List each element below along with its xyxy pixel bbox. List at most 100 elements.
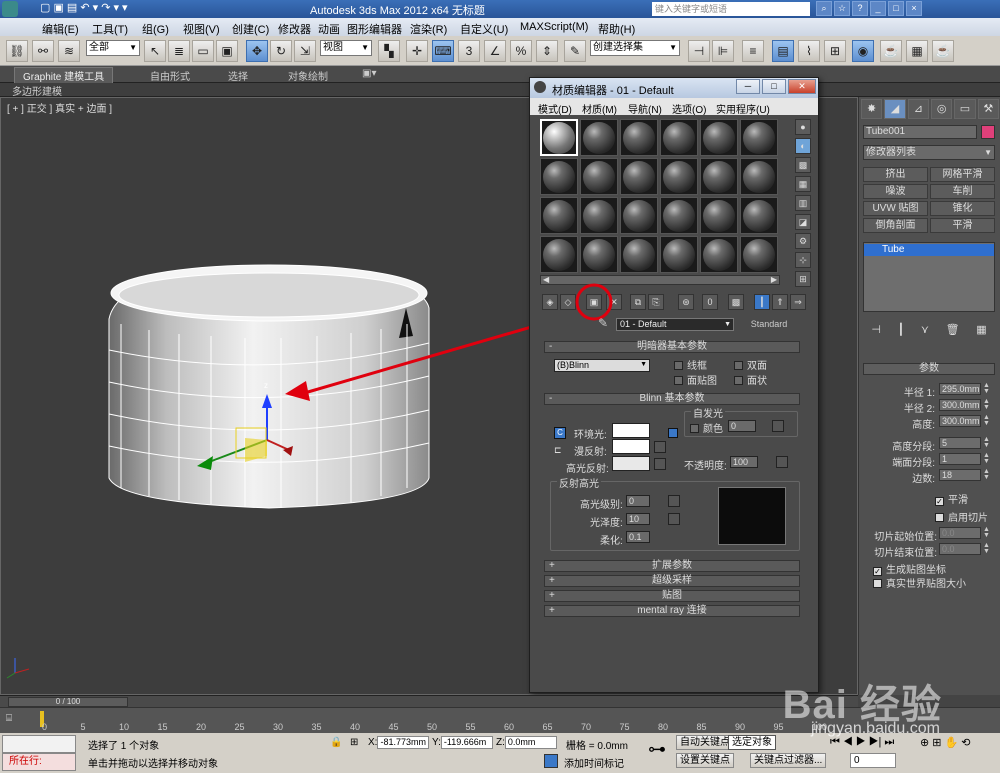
- show-map-icon[interactable]: ▩: [728, 294, 744, 310]
- minimize-icon[interactable]: _: [870, 1, 886, 16]
- sample-slot[interactable]: [580, 158, 618, 195]
- self-illum-map-button[interactable]: [772, 420, 784, 432]
- wire-checkbox[interactable]: 线框: [674, 357, 707, 372]
- angle-snap-icon[interactable]: ∠: [484, 40, 506, 62]
- pin-stack-icon[interactable]: ⊣: [871, 323, 881, 341]
- material-name-field[interactable]: 01 - Default: [616, 318, 734, 331]
- shader-rollout-header[interactable]: - 明暗器基本参数: [544, 341, 800, 353]
- sample-slot[interactable]: [540, 236, 578, 273]
- go-forward-sibling-icon[interactable]: ⇒: [790, 294, 806, 310]
- material-editor-icon[interactable]: ◉: [852, 40, 874, 62]
- time-slider[interactable]: 0 / 100: [8, 697, 128, 707]
- modify-tab-icon[interactable]: ◢: [884, 99, 906, 119]
- menu-item[interactable]: 图形编辑器: [347, 21, 402, 37]
- shader-type-dropdown[interactable]: (B)Blinn ▼: [554, 359, 650, 372]
- two-sided-checkbox[interactable]: 双面: [734, 357, 767, 372]
- star-icon[interactable]: ☆: [834, 1, 850, 16]
- sample-slot[interactable]: [660, 119, 698, 156]
- sample-slot[interactable]: [700, 158, 738, 195]
- curve-editor-icon[interactable]: ⌇: [798, 40, 820, 62]
- show-end-result-icon[interactable]: ┃: [898, 323, 905, 341]
- gen-map-coords-checkbox[interactable]: ✓ 生成贴图坐标: [873, 561, 946, 576]
- object-name-field[interactable]: Tube001: [863, 125, 977, 139]
- select-object-icon[interactable]: ↖: [144, 40, 166, 62]
- ribbon-options-icon[interactable]: ▣▾: [362, 68, 376, 79]
- sample-slot[interactable]: [580, 236, 618, 273]
- remove-modifier-icon[interactable]: 🗑: [946, 323, 960, 341]
- specular-map-button[interactable]: [654, 458, 666, 470]
- object-color-swatch[interactable]: [981, 125, 995, 139]
- select-by-material-icon[interactable]: ⊹: [795, 252, 811, 268]
- sample-slot[interactable]: [620, 197, 658, 234]
- make-unique-icon[interactable]: ⋎: [921, 323, 929, 341]
- sample-slot[interactable]: [580, 119, 618, 156]
- self-illum-value-field[interactable]: 0: [728, 420, 756, 432]
- snap-toggle-icon[interactable]: 3: [458, 40, 480, 62]
- bind-spacewarp-icon[interactable]: ≋: [58, 40, 80, 62]
- real-world-map-checkbox[interactable]: 真实世界贴图大小: [873, 575, 966, 590]
- key-icon[interactable]: ⊶: [648, 739, 666, 760]
- polygon-modeling-label[interactable]: 多边形建模: [12, 83, 62, 98]
- put-to-library-icon[interactable]: ⊛: [678, 294, 694, 310]
- selection-filter-dropdown[interactable]: 全部: [86, 40, 140, 56]
- select-manipulate-icon[interactable]: ✛: [406, 40, 428, 62]
- key-filters-button[interactable]: 关键点过滤器...: [750, 753, 827, 768]
- absolute-mode-icon[interactable]: ⊞: [350, 737, 358, 748]
- soften-field[interactable]: 0.1: [626, 531, 650, 543]
- current-frame-field[interactable]: 0: [850, 753, 896, 768]
- sample-slot[interactable]: [740, 158, 778, 195]
- close-icon[interactable]: ×: [906, 1, 922, 16]
- menu-item[interactable]: 视图(V): [183, 21, 220, 37]
- opacity-field[interactable]: 100: [730, 456, 758, 468]
- modifier-button[interactable]: 车削: [930, 184, 995, 199]
- spec-level-field[interactable]: 0: [626, 495, 650, 507]
- supersampling-rollout[interactable]: + 超级采样: [544, 575, 800, 587]
- menu-item[interactable]: 创建(C): [232, 21, 269, 37]
- uv-tiling-icon[interactable]: ▦: [795, 176, 811, 192]
- auto-key-button[interactable]: 自动关键点: [676, 735, 734, 750]
- configure-sets-icon[interactable]: ▦: [976, 323, 986, 341]
- material-map-navigator-icon[interactable]: ⊞: [795, 271, 811, 287]
- go-to-parent-icon[interactable]: ⇑: [772, 294, 788, 310]
- utilities-tab-icon[interactable]: ⚒: [977, 99, 999, 119]
- stack-item-tube[interactable]: Tube: [864, 244, 994, 256]
- rendered-frame-icon[interactable]: ▦: [906, 40, 928, 62]
- sample-type-icon[interactable]: ●: [795, 119, 811, 135]
- link-icon[interactable]: ⊏: [554, 445, 562, 456]
- specular-color-swatch[interactable]: [612, 456, 650, 471]
- options-icon[interactable]: ⚙: [795, 233, 811, 249]
- menu-item[interactable]: MAXScript(M): [520, 21, 588, 33]
- self-illum-color-checkbox[interactable]: 颜色: [690, 420, 723, 435]
- sample-slot[interactable]: [540, 158, 578, 195]
- me-menu-mode[interactable]: 模式(D): [538, 101, 572, 116]
- maximize-icon[interactable]: □: [888, 1, 904, 16]
- percent-snap-icon[interactable]: %: [510, 40, 532, 62]
- me-menu-navigation[interactable]: 导航(N): [628, 101, 662, 116]
- make-copy-icon[interactable]: ⧉: [630, 294, 646, 310]
- ambient-color-swatch[interactable]: [612, 423, 650, 438]
- select-scale-icon[interactable]: ⇲: [294, 40, 316, 62]
- modifier-list-dropdown[interactable]: 修改器列表: [863, 145, 995, 160]
- menu-item[interactable]: 工具(T): [92, 21, 128, 37]
- time-tag-icon[interactable]: [544, 754, 558, 768]
- link-icon[interactable]: ⛓: [6, 40, 28, 62]
- sample-slot[interactable]: [540, 119, 578, 156]
- parameters-rollout-header[interactable]: 参数: [863, 363, 995, 375]
- ribbon-tab-freeform[interactable]: 自由形式: [150, 68, 190, 83]
- menu-item[interactable]: 编辑(E): [42, 21, 79, 37]
- diffuse-color-swatch[interactable]: [612, 439, 650, 454]
- set-key-button[interactable]: 设置关键点: [676, 753, 734, 768]
- blinn-rollout-header[interactable]: - Blinn 基本参数: [544, 393, 800, 405]
- edit-named-sel-icon[interactable]: ✎: [564, 40, 586, 62]
- motion-tab-icon[interactable]: ◎: [930, 99, 953, 119]
- select-by-name-icon[interactable]: ≣: [168, 40, 190, 62]
- sample-slot[interactable]: [660, 158, 698, 195]
- add-time-tag[interactable]: 添加时间标记: [564, 755, 624, 770]
- slice-on-checkbox[interactable]: 启用切片: [935, 509, 988, 524]
- modifier-button[interactable]: 倒角剖面: [863, 218, 928, 233]
- extended-params-rollout[interactable]: + 扩展参数: [544, 560, 800, 572]
- render-setup-icon[interactable]: ☕: [880, 40, 902, 62]
- modifier-button[interactable]: 噪波: [863, 184, 928, 199]
- minimize-button[interactable]: ─: [736, 79, 760, 94]
- maps-rollout[interactable]: + 贴图: [544, 590, 800, 602]
